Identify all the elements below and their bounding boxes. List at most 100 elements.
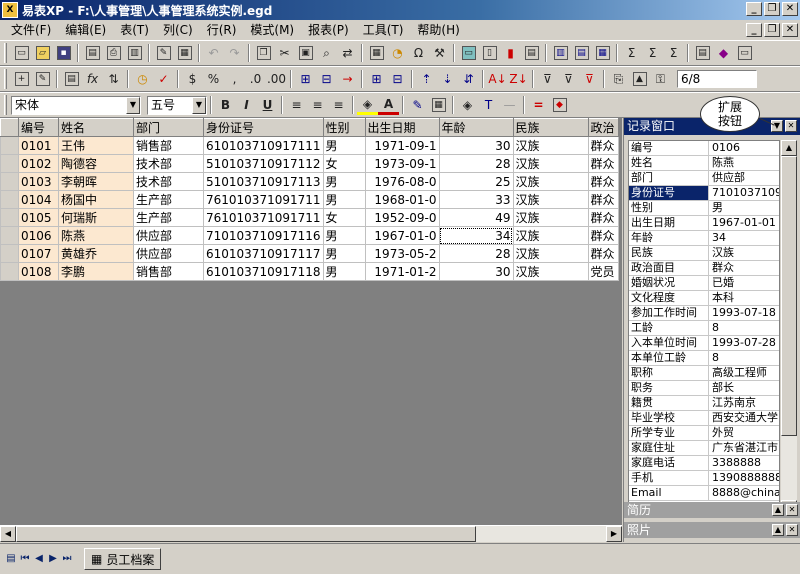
record-vertical-scrollbar[interactable]: ▲ ▼ — [781, 140, 797, 516]
cell-id[interactable]: 0107 — [18, 244, 59, 263]
insert-column-icon[interactable]: ⊞ — [295, 69, 316, 89]
sort-descending-icon[interactable]: Z↓ — [508, 69, 529, 89]
cell-name[interactable]: 陶德容 — [58, 154, 134, 173]
record-field-row[interactable]: 家庭住址 广东省湛江市 — [629, 441, 779, 456]
record-field-row[interactable]: 本单位工龄 8 — [629, 351, 779, 366]
cell-political[interactable]: 群众 — [587, 226, 619, 245]
export-icon[interactable]: ▦ — [174, 43, 195, 63]
cell-id[interactable]: 0105 — [18, 208, 59, 227]
cell-gender[interactable]: 男 — [322, 172, 366, 191]
col-header-idcard[interactable]: 身份证号 — [203, 118, 324, 137]
cell-ethnicity[interactable]: 汉族 — [512, 136, 589, 155]
scroll-right-icon[interactable]: ▶ — [606, 526, 622, 542]
menu-table[interactable]: 表(T) — [113, 21, 156, 39]
cell-gender[interactable]: 男 — [322, 262, 366, 281]
row-header[interactable] — [0, 190, 19, 209]
record-field-value[interactable]: 部长 — [709, 381, 779, 395]
split-v-icon[interactable]: ▤ — [571, 43, 592, 63]
record-field-row[interactable]: 政治面目 群众 — [629, 261, 779, 276]
record-field-row[interactable]: 年龄 34 — [629, 231, 779, 246]
record-field-value[interactable]: 群众 — [709, 261, 779, 275]
scroll-left-icon[interactable]: ◀ — [0, 526, 16, 542]
cell-idcard[interactable]: 510103710917112 — [203, 154, 324, 173]
cell-fill-icon[interactable]: ◈ — [457, 95, 478, 115]
cell-ethnicity[interactable]: 汉族 — [512, 262, 589, 281]
double-line-icon[interactable]: = — [528, 95, 549, 115]
mdi-close-button[interactable]: ✕ — [782, 23, 798, 37]
record-field-value[interactable]: 广东省湛江市 — [709, 441, 779, 455]
toolbar-grip[interactable] — [4, 69, 7, 89]
cell-age[interactable]: 25 — [438, 172, 514, 191]
row-header[interactable] — [0, 208, 19, 227]
check-icon[interactable]: ✓ — [153, 69, 174, 89]
next-sheet-icon[interactable]: ▶ — [46, 552, 60, 566]
mdi-minimize-button[interactable]: _ — [746, 23, 762, 37]
lock-icon[interactable]: ⚿ — [650, 69, 671, 89]
chevron-down-icon[interactable]: ▼ — [192, 96, 206, 114]
record-field-row[interactable]: 部门 供应部 — [629, 171, 779, 186]
menu-file[interactable]: 文件(F) — [4, 21, 58, 39]
col-header-gender[interactable]: 性别 — [322, 118, 366, 137]
mdi-restore-button[interactable]: ❐ — [764, 23, 780, 37]
cell-political[interactable]: 群众 — [587, 208, 619, 227]
cell-birthdate[interactable]: 1976-08-0 — [364, 172, 440, 191]
cell-political[interactable]: 党员 — [587, 262, 619, 281]
undo-icon[interactable]: ↶ — [203, 43, 224, 63]
record-field-row[interactable]: 编号 0106 — [629, 141, 779, 156]
col-header-id[interactable]: 编号 — [18, 118, 59, 137]
record-field-value[interactable]: 本科 — [709, 291, 779, 305]
record-field-row[interactable]: 职称 高级工程师 — [629, 366, 779, 381]
increase-decimal-icon[interactable]: .0 — [245, 69, 266, 89]
record-field-value[interactable]: 1993-07-18 — [709, 306, 779, 320]
cell-dept[interactable]: 销售部 — [133, 136, 204, 155]
record-field-row[interactable]: 民族 汉族 — [629, 246, 779, 261]
record-field-row[interactable]: 工龄 8 — [629, 321, 779, 336]
cell-id[interactable]: 0104 — [18, 190, 59, 209]
record-field-row[interactable]: 籍贯 江苏南京 — [629, 396, 779, 411]
record-add-icon[interactable]: + — [11, 69, 32, 89]
cell-age[interactable]: 30 — [438, 136, 514, 155]
open-folder-icon[interactable]: ▱ — [32, 43, 53, 63]
table-row[interactable]: 0106 陈燕 供应部 710103710917116 男 1967-01-0 34 汉族 群众 — [0, 226, 619, 245]
cell-id[interactable]: 0103 — [18, 172, 59, 191]
cell-id[interactable]: 0108 — [18, 262, 59, 281]
cell-name[interactable]: 陈燕 — [58, 226, 134, 245]
bar-chart-icon[interactable]: ▮ — [500, 43, 521, 63]
view-form-icon[interactable]: ▭ — [458, 43, 479, 63]
menu-report[interactable]: 报表(P) — [301, 21, 356, 39]
row-down-icon[interactable]: ⇣ — [437, 69, 458, 89]
sort-icon[interactable]: ⇅ — [103, 69, 124, 89]
font-size-select[interactable]: 五号 ▼ — [147, 95, 207, 115]
table-row[interactable]: 0101 王伟 销售部 610103710917111 男 1971-09-1 30 汉族 群众 — [0, 136, 619, 155]
record-field-row[interactable]: 参加工作时间 1993-07-18 — [629, 306, 779, 321]
prev-sheet-icon[interactable]: ◀ — [32, 552, 46, 566]
save-icon[interactable]: ▪ — [53, 43, 74, 63]
tools-icon[interactable]: ⚒ — [429, 43, 450, 63]
cell-birthdate[interactable]: 1967-01-0 — [364, 226, 440, 245]
font-select[interactable]: 宋体 ▼ — [11, 95, 141, 115]
cell-gender[interactable]: 女 — [322, 208, 366, 227]
scroll-up-icon[interactable]: ▲ — [781, 140, 797, 156]
cell-political[interactable]: 群众 — [587, 244, 619, 263]
cell-ethnicity[interactable]: 汉族 — [512, 208, 589, 227]
insert-row-icon[interactable]: ⊞ — [366, 69, 387, 89]
paste-icon[interactable]: ▣ — [295, 43, 316, 63]
cell-idcard[interactable]: 610103710917118 — [203, 262, 324, 281]
col-header-birthdate[interactable]: 出生日期 — [364, 118, 440, 137]
cell-name[interactable]: 杨国中 — [58, 190, 134, 209]
table-row[interactable]: 0104 杨国中 生产部 761010371091711 男 1968-01-0 33 汉族群… — [0, 190, 619, 209]
record-field-row[interactable]: 身份证号710103710917 — [629, 186, 779, 201]
align-right-icon[interactable]: ≡ — [328, 95, 349, 115]
row-move-icon[interactable]: ⇵ — [458, 69, 479, 89]
close-icon[interactable]: ✕ — [786, 524, 798, 536]
cell-idcard[interactable]: 610103710917117 — [203, 244, 324, 263]
font-color-icon[interactable]: A — [378, 95, 399, 115]
expand-button[interactable]: ▼ — [771, 120, 783, 132]
align-center-icon[interactable]: ≡ — [307, 95, 328, 115]
find-icon[interactable]: ⌕ — [316, 43, 337, 63]
row-header[interactable] — [0, 136, 19, 155]
record-field-value[interactable]: 0106 — [709, 141, 779, 155]
table-row[interactable]: 0102 陶德容 技术部 510103710917112 女 1973-09-1 28 汉族群… — [0, 154, 619, 173]
split-grid-icon[interactable]: ▦ — [592, 43, 613, 63]
cell-dept[interactable]: 生产部 — [133, 208, 204, 227]
